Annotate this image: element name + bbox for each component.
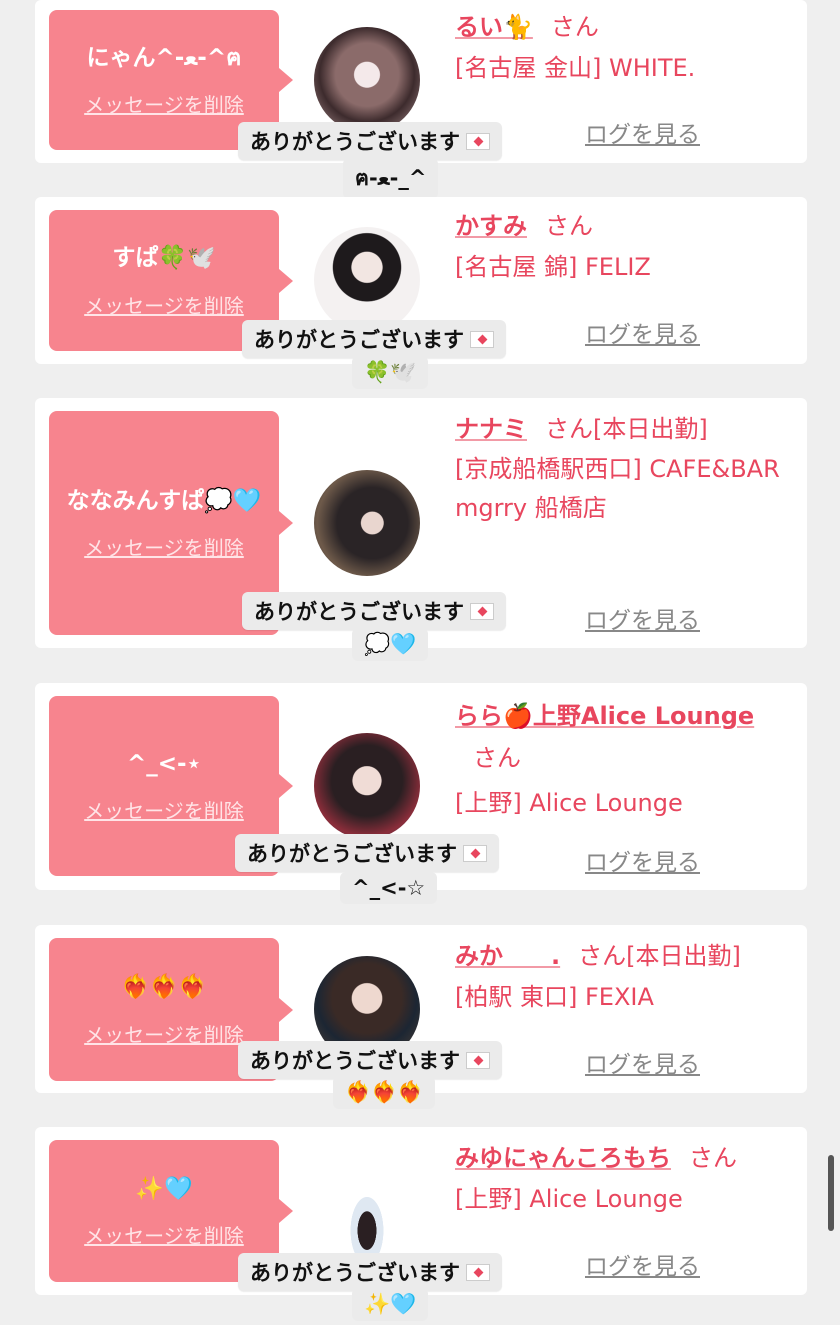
blog-link[interactable]: ログを見る	[585, 601, 700, 635]
bubble-message-text: ななみんすぱ💭🩵	[66, 487, 262, 514]
avatar[interactable]	[314, 27, 420, 133]
profile-info: かすみ さん [名古屋 錦] FELIZ	[455, 207, 793, 287]
delete-message-link[interactable]: メッセージを削除	[84, 795, 244, 824]
reply-emoji-popup: ❤️‍🔥❤️‍🔥❤️‍🔥	[333, 1076, 436, 1109]
avatar[interactable]	[314, 227, 420, 333]
honorific-label: さん	[578, 942, 627, 970]
delete-message-link[interactable]: メッセージを削除	[84, 89, 244, 118]
love-letter-icon	[470, 603, 494, 620]
profile-info: らら🍎上野Alice Lounge さん [上野] Alice Lounge	[455, 695, 793, 824]
profile-name-link[interactable]: ナナミ	[455, 415, 527, 443]
thanks-popup: ありがとうございます	[238, 1041, 502, 1079]
thanks-popup: ありがとうございます	[242, 592, 506, 630]
avatar[interactable]	[314, 470, 420, 576]
reply-emoji-popup: 🍀🕊️	[352, 356, 429, 389]
thanks-popup: ありがとうございます	[235, 834, 499, 872]
bubble-message-text: ❤️‍🔥❤️‍🔥❤️‍🔥	[121, 974, 207, 1001]
blog-link[interactable]: ログを見る	[585, 1045, 700, 1079]
attendance-tag: [本日出勤]	[593, 415, 708, 443]
reply-emoji-popup: ฅ-ﻌ-_^	[343, 158, 439, 199]
delete-message-link[interactable]: メッセージを削除	[84, 532, 244, 561]
shop-label: [京成船橋駅西口] CAFE&BAR mgrry 船橋店	[455, 454, 780, 523]
love-letter-icon	[470, 331, 494, 348]
thanks-text: ありがとうございます	[247, 842, 457, 866]
shop-label: [柏駅 東口] FEXIA	[455, 982, 654, 1011]
delete-message-link[interactable]: メッセージを削除	[84, 1220, 244, 1249]
delete-message-link[interactable]: メッセージを削除	[84, 1019, 244, 1048]
thanks-text: ありがとうございます	[250, 130, 460, 154]
profile-info: るい🐈 さん [名古屋 金山] WHITE.	[455, 8, 793, 88]
shop-label: [上野] Alice Lounge	[455, 1184, 683, 1213]
thanks-popup: ありがとうございます	[238, 122, 502, 160]
blog-link[interactable]: ログを見る	[585, 843, 700, 877]
bubble-message-text: ✨🩵	[135, 1175, 193, 1202]
shop-label: [名古屋 金山] WHITE.	[455, 53, 696, 82]
thanks-text: ありがとうございます	[254, 328, 464, 352]
message-list: にゃん^-ﻌ-^ฅ メッセージを削除 るい🐈 さん [名古屋 金山] WHITE.…	[0, 0, 840, 1325]
honorific-label: さん	[550, 13, 599, 41]
reply-emoji-popup: 💭🩵	[352, 628, 429, 661]
thanks-text: ありがとうございます	[250, 1049, 460, 1073]
bubble-message-text: にゃん^-ﻌ-^ฅ	[86, 44, 242, 71]
love-letter-icon	[463, 845, 487, 862]
honorific-label: さん	[545, 212, 593, 240]
shop-label: [名古屋 錦] FELIZ	[455, 252, 651, 281]
scrollbar[interactable]	[828, 1155, 834, 1231]
thanks-popup: ありがとうございます	[242, 320, 506, 358]
honorific-label: さん	[689, 1144, 737, 1172]
blog-link[interactable]: ログを見る	[585, 115, 700, 149]
thanks-text: ありがとうございます	[254, 600, 464, 624]
honorific-label: さん	[545, 415, 593, 443]
love-letter-icon	[466, 1264, 490, 1281]
blog-link[interactable]: ログを見る	[585, 315, 700, 349]
profile-name-link[interactable]: るい🐈	[455, 13, 533, 41]
bubble-message-text: ^_<-⋆	[127, 750, 201, 777]
avatar[interactable]	[314, 733, 420, 839]
shop-label: [上野] Alice Lounge	[455, 789, 683, 817]
attendance-tag: [本日出勤]	[626, 942, 741, 970]
profile-info: みか . さん[本日出勤] [柏駅 東口] FEXIA	[455, 937, 793, 1017]
profile-info: みゆにゃんころもち さん [上野] Alice Lounge	[455, 1139, 793, 1219]
profile-info: ナナミ さん[本日出勤] [京成船橋駅西口] CAFE&BAR mgrry 船橋店	[455, 410, 793, 529]
reply-emoji-popup: ✨🩵	[352, 1288, 429, 1321]
honorific-label: さん	[473, 744, 521, 772]
love-letter-icon	[466, 1052, 490, 1069]
reply-emoji-popup: ^_<-☆	[340, 872, 438, 904]
delete-message-link[interactable]: メッセージを削除	[84, 290, 244, 319]
thanks-text: ありがとうございます	[250, 1261, 460, 1285]
bubble-message-text: すぱ🍀🕊️	[112, 245, 216, 272]
love-letter-icon	[466, 133, 490, 150]
profile-name-link[interactable]: みゆにゃんころもち	[455, 1144, 671, 1172]
profile-name-link[interactable]: みか .	[455, 942, 560, 970]
profile-name-link[interactable]: らら🍎上野Alice Lounge	[455, 702, 754, 730]
profile-name-link[interactable]: かすみ	[455, 212, 527, 240]
thanks-popup: ありがとうございます	[238, 1253, 502, 1291]
blog-link[interactable]: ログを見る	[585, 1247, 700, 1281]
